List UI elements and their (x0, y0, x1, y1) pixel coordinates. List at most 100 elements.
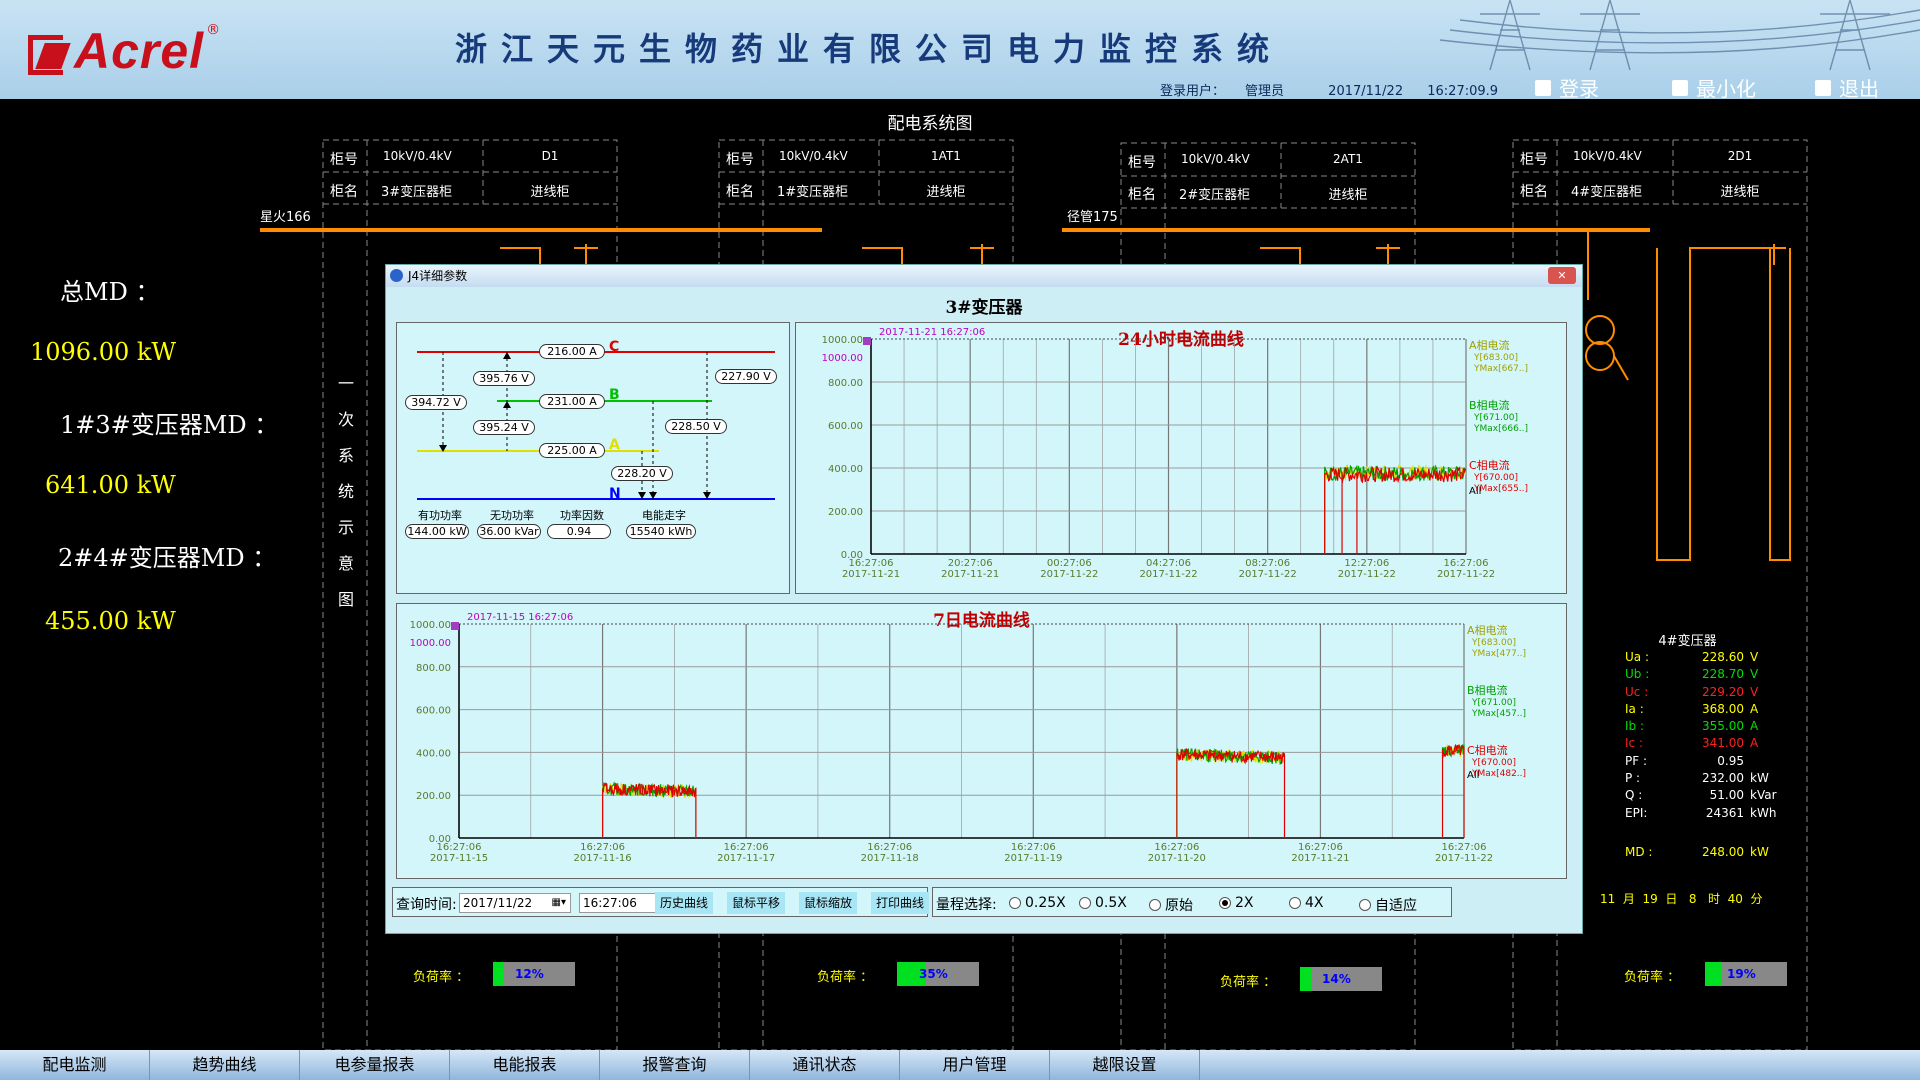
legend-series-name: A相电流 (1469, 338, 1510, 352)
cabinet-table: 柜号 10kV/0.4kV 2AT1 柜名 2#变压器柜 进线柜 (1121, 143, 1415, 207)
cabinet-spec: 10kV/0.4kV (1181, 152, 1250, 166)
cabinet-type: 3#变压器柜 (381, 185, 453, 200)
cursor-label: 2017-11-21 16:27:06 (879, 327, 985, 338)
query-bar: 查询时间: 2017/11/22▦▾ 16:27:06▲▼ 历史曲线鼠标平移鼠标… (392, 887, 1576, 917)
range-option-label: 原始 (1165, 898, 1193, 914)
cabinet-role: 进线柜 (530, 185, 570, 200)
load-rate-label: 负荷率 ： (1624, 970, 1681, 985)
legend-ymax-value: YMax[457..] (1471, 709, 1526, 719)
param-unit: V (1750, 684, 1759, 699)
range-radio[interactable]: 0.25X (1009, 895, 1066, 911)
param-key: P : (1625, 771, 1641, 786)
vertical-char: 示 (337, 518, 354, 537)
close-button[interactable]: ✕ (1548, 267, 1576, 284)
vertical-char: 系 (337, 446, 354, 465)
range-radio[interactable]: 原始 (1149, 895, 1193, 915)
total-md-value: 1096.00 kW (30, 338, 177, 366)
param-value: 229.20 (1702, 684, 1744, 699)
cabinet-name-label: 柜名 (726, 184, 754, 200)
cabinet-table: 柜号 10kV/0.4kV 1AT1 柜名 1#变压器柜 进线柜 (719, 140, 1013, 204)
md-label: MD : (1625, 844, 1653, 859)
legend-y-value: Y[671.00] (1473, 413, 1518, 423)
load-rate-value: 19% (1727, 967, 1756, 981)
param-row: PF : 0.95 (1625, 754, 1777, 771)
x-tick-label: 04:27:06 (1146, 558, 1191, 569)
y-tick-label: 400.00 (828, 464, 863, 475)
nav-item[interactable]: 用户管理 (900, 1050, 1050, 1080)
load-rate-fill (493, 962, 503, 986)
nav-item[interactable]: 配电监测 (0, 1050, 150, 1080)
query-button[interactable]: 鼠标平移 (727, 892, 785, 914)
range-option-label: 4X (1305, 895, 1324, 911)
query-button[interactable]: 鼠标缩放 (799, 892, 857, 914)
nav-item[interactable]: 趋势曲线 (150, 1050, 300, 1080)
bottom-nav: 配电监测 趋势曲线 电参量报表 电能报表 报警查询 通讯状态 用户管理 越限设置 (0, 1050, 1920, 1080)
phasor-diagram (417, 351, 775, 500)
range-radio[interactable]: 0.5X (1079, 895, 1127, 911)
param-row: Q : 51.00 kVar (1625, 788, 1777, 805)
vertical-char: 次 (337, 410, 354, 429)
param-value: 51.00 (1709, 788, 1744, 803)
load-rate-label: 负荷率 ： (413, 970, 470, 985)
nav-item[interactable]: 越限设置 (1050, 1050, 1200, 1080)
range-radio[interactable]: 2X (1219, 895, 1254, 911)
cabinet-type: 2#变压器柜 (1179, 188, 1251, 203)
nav-item[interactable]: 报警查询 (600, 1050, 750, 1080)
group1-md-label: 1#3#变压器MD ： (60, 411, 279, 439)
range-option-label: 自适应 (1375, 898, 1417, 914)
x-tick-date: 2017-11-20 (1148, 853, 1206, 864)
ib-value: 231.00 A (539, 394, 605, 409)
nav-item[interactable]: 电参量报表 (300, 1050, 450, 1080)
dialog-titlebar: J4详细参数 ✕ (386, 265, 1582, 287)
y-tick-label: 1000.00 (410, 620, 451, 631)
power-value: 0.94 (547, 524, 611, 539)
param-row: Ua : 228.60 V (1625, 650, 1777, 667)
cursor-value: 1000.00 (822, 353, 863, 364)
x-tick-label: 16:27:06 (580, 842, 625, 853)
range-radio[interactable]: 4X (1289, 895, 1324, 911)
cursor-marker (863, 337, 871, 345)
query-button[interactable]: 打印曲线 (871, 892, 929, 914)
x-tick-date: 2017-11-22 (1239, 569, 1297, 580)
param-value: 228.60 (1702, 650, 1744, 664)
vertical-char: 意 (337, 554, 354, 573)
power-label: 电能走字 (642, 509, 686, 522)
nav-item[interactable]: 通讯状态 (750, 1050, 900, 1080)
chart-7d: 1000.00800.00600.00400.00200.000.001000.… (410, 612, 1526, 864)
legend-y-value: Y[683.00] (1471, 638, 1516, 648)
group2-md-label: 2#4#变压器MD ： (58, 544, 277, 572)
neutral-label: N (609, 486, 621, 502)
legend-series-name: C相电流 (1467, 743, 1508, 757)
range-label: 量程选择: (936, 897, 997, 913)
param-key: Ib : (1625, 719, 1645, 734)
ua-value: 228.20 V (611, 466, 673, 481)
param-value: 368.00 (1702, 701, 1744, 716)
cabinet-role: 进线柜 (926, 185, 966, 200)
y-tick-label: 1000.00 (822, 335, 863, 346)
transformer4-rows: Ua : 228.60 V Ub : 228.70 V Uc : 229.20 V Ia : 368… (1625, 650, 1777, 823)
legend-ymax-value: YMax[477..] (1471, 649, 1526, 659)
nav-item[interactable]: 电能报表 (450, 1050, 600, 1080)
param-row: Ub : 228.70 V (1625, 667, 1777, 684)
y-tick-label: 600.00 (416, 706, 451, 717)
param-key: PF : (1625, 753, 1647, 768)
query-date-input[interactable]: 2017/11/22 ▦▾ (459, 893, 571, 913)
param-key: Ic : (1625, 736, 1643, 751)
legend-y-value: Y[671.00] (1471, 698, 1516, 708)
load-rate-label: 负荷率 ： (1220, 975, 1277, 990)
y-tick-label: 400.00 (416, 748, 451, 759)
calendar-icon[interactable]: ▦▾ (552, 894, 566, 912)
query-button[interactable]: 历史曲线 (655, 892, 713, 914)
group1-md-value: 641.00 kW (45, 471, 176, 499)
cabinet-type: 1#变压器柜 (777, 185, 849, 200)
radio-icon (1079, 897, 1091, 909)
legend-all: All (1469, 486, 1481, 497)
transformer4-info: 4#变压器 Ua :228.60 V Ub :228.70 V Uc :229.20 V I… (1600, 630, 1777, 907)
cabinet-no: 2AT1 (1333, 152, 1363, 166)
param-unit: kWh (1750, 805, 1777, 820)
cabinet-no: D1 (541, 149, 559, 163)
x-tick-date: 2017-11-22 (1338, 569, 1396, 580)
range-radio[interactable]: 自适应 (1359, 895, 1417, 915)
series-line (1176, 747, 1286, 838)
x-tick-date: 2017-11-22 (1139, 569, 1197, 580)
